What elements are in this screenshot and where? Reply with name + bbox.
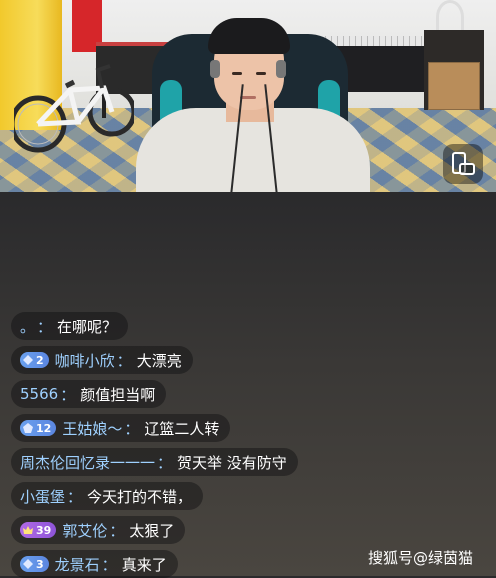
chat-text: 颜值担当啊 [80, 385, 156, 404]
chat-message: 3 龙景石 ： 真来了 [11, 550, 178, 578]
screen-rotate-button[interactable] [443, 144, 483, 184]
chat-text: 在哪呢？ [57, 317, 118, 336]
chat-separator: ： [124, 419, 140, 438]
chat-username: 小蛋堡 [20, 487, 66, 506]
fan-level-badge: 2 [20, 352, 49, 368]
diamond-icon [23, 559, 33, 569]
chat-separator: ： [157, 453, 173, 472]
chat-message: 2 咖啡小欣 ： 大漂亮 [11, 346, 193, 374]
chat-separator: ： [101, 555, 117, 574]
video-boxes [428, 62, 480, 110]
video-person-hair [208, 18, 290, 54]
fan-level-number: 2 [36, 353, 44, 367]
fan-level-number: 39 [36, 523, 52, 537]
chat-text: 太狠了 [129, 521, 175, 540]
chat-text: 辽篮二人转 [144, 419, 220, 438]
chat-username: 5566 [20, 385, 59, 403]
pentagon-gem-icon [23, 423, 33, 433]
chat-text: 今天打的不错， [87, 487, 193, 506]
chat-message: 12 王姑娘～ ： 辽篮二人转 [11, 414, 231, 442]
chat-text: 大漂亮 [136, 351, 182, 370]
video-lamp [436, 0, 464, 34]
chat-separator: ： [109, 521, 125, 540]
chat-username: 咖啡小欣 [54, 351, 115, 370]
chat-separator: ： [116, 351, 132, 370]
chat-message: 周杰伦回忆录一一一 ： 贺天举 没有防守 [11, 448, 298, 476]
chat-separator: ： [60, 385, 76, 404]
chat-username: 郭艾伦 [62, 521, 108, 540]
video-headphone-right [276, 60, 286, 78]
crown-gem-icon [23, 526, 33, 534]
chat-text: 贺天举 没有防守 [177, 453, 287, 472]
live-video[interactable] [0, 0, 496, 192]
chat-username: 王姑娘～ [62, 419, 123, 438]
chat-message: 5566 ： 颜值担当啊 [11, 380, 167, 408]
chat-message: 。 ： 在哪呢？ [11, 312, 129, 340]
watermark: 搜狐号@绿茵猫 [368, 549, 474, 567]
chat-username: 龙景石 [54, 555, 100, 574]
video-eye-left [232, 72, 242, 75]
chat-text: 真来了 [121, 555, 167, 574]
chat-message: 39 郭艾伦 ： 太狠了 [11, 516, 186, 544]
chat-separator: ： [67, 487, 83, 506]
chat-username: 。 [20, 317, 36, 336]
video-eye-right [256, 72, 266, 75]
video-headphone-left [210, 60, 220, 78]
fan-level-number: 12 [36, 421, 52, 435]
fan-level-number: 3 [36, 557, 44, 571]
chat-message: 小蛋堡 ： 今天打的不错， [11, 482, 204, 510]
chat-username: 周杰伦回忆录一一一 [20, 453, 156, 472]
fan-level-badge: 39 [20, 522, 57, 538]
fan-level-badge: 12 [20, 420, 57, 436]
video-bicycle [14, 64, 134, 153]
chat-separator: ： [37, 317, 53, 336]
screen-rotate-icon [452, 152, 475, 175]
diamond-icon [23, 355, 33, 365]
fan-level-badge: 3 [20, 556, 49, 572]
